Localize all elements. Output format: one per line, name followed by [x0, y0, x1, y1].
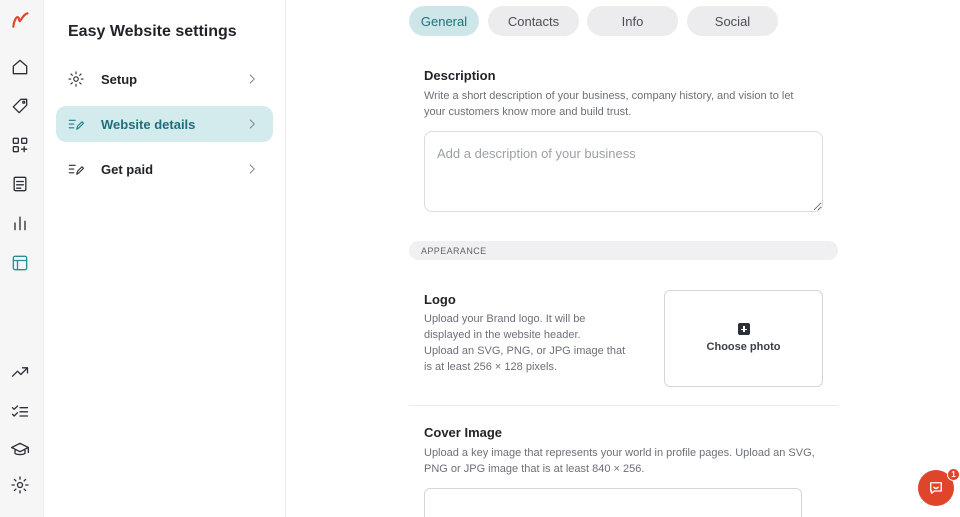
- nav-item-label: Website details: [101, 116, 196, 132]
- settings-panel: Easy Website settings Setup Website deta…: [44, 0, 286, 517]
- logo-help-line-3: Upload an SVG, PNG, or JPG image that: [424, 345, 626, 357]
- edit-list-icon: [67, 115, 85, 133]
- logo-help-line-4: is at least 256 × 128 pixels.: [424, 361, 557, 373]
- section-divider: [409, 405, 838, 406]
- chevron-right-icon: [245, 162, 259, 176]
- logo-label: Logo: [424, 292, 456, 307]
- nav-item-label: Get paid: [101, 161, 154, 177]
- plus-square-icon: [738, 323, 750, 335]
- nav-item-get-paid[interactable]: Get paid: [56, 151, 273, 187]
- home-icon[interactable]: [9, 56, 31, 78]
- chat-notification-badge: 1: [947, 468, 960, 481]
- nav-item-label: Setup: [101, 71, 138, 87]
- tab-contacts[interactable]: Contacts: [488, 6, 579, 36]
- description-label: Description: [424, 68, 496, 83]
- choose-photo-label: Choose photo: [706, 341, 781, 353]
- tab-social[interactable]: Social: [687, 6, 778, 36]
- tasks-icon[interactable]: [9, 400, 31, 422]
- tag-icon[interactable]: [9, 95, 31, 117]
- cover-image-label: Cover Image: [424, 425, 503, 440]
- appearance-section-header: APPEARANCE: [409, 241, 838, 260]
- icon-rail: [0, 0, 44, 517]
- description-help-line-1: Write a short description of your busine…: [424, 90, 794, 102]
- settings-icon[interactable]: [9, 474, 31, 496]
- nav-item-setup[interactable]: Setup: [56, 61, 273, 97]
- tab-info[interactable]: Info: [587, 6, 678, 36]
- description-help-line-2: your customers know more and build trust…: [424, 106, 632, 118]
- edit-list-icon: [67, 160, 85, 178]
- gear-icon: [67, 70, 85, 88]
- logo-help-line-1: Upload your Brand logo. It will be: [424, 313, 586, 325]
- cover-help-line-1: Upload a key image that represents your …: [424, 447, 815, 459]
- cover-help-line-2: PNG or JPG image that is at least 840 × …: [424, 463, 645, 475]
- chevron-right-icon: [245, 117, 259, 131]
- logo-upload-button[interactable]: Choose photo: [664, 290, 823, 387]
- chevron-right-icon: [245, 72, 259, 86]
- apps-icon[interactable]: [9, 134, 31, 156]
- nav-item-website-details[interactable]: Website details: [56, 106, 273, 142]
- document-icon[interactable]: [9, 173, 31, 195]
- analytics-icon[interactable]: [9, 212, 31, 234]
- brand-logo[interactable]: [9, 9, 31, 31]
- panel-title: Easy Website settings: [68, 23, 237, 40]
- description-textarea[interactable]: [424, 131, 823, 212]
- academy-icon[interactable]: [9, 439, 31, 461]
- tab-general[interactable]: General: [409, 6, 479, 36]
- logo-help-line-2: displayed in the website header.: [424, 329, 581, 341]
- chat-icon: [930, 482, 942, 494]
- trending-icon[interactable]: [9, 361, 31, 383]
- cover-image-upload[interactable]: [424, 488, 802, 517]
- website-icon[interactable]: [9, 252, 31, 274]
